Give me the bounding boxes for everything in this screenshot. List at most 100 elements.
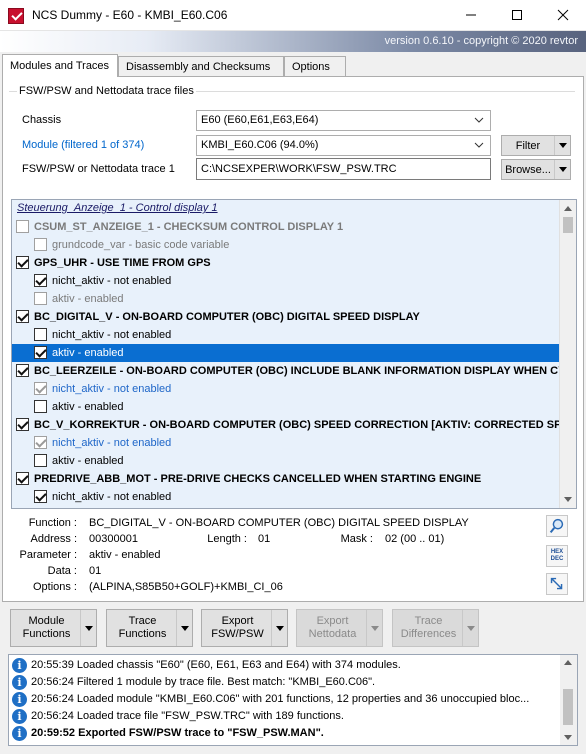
- tree-row-label: aktiv - enabled: [52, 401, 124, 413]
- toolbar-dropdown-arrow[interactable]: [80, 610, 96, 646]
- browse-dropdown-arrow[interactable]: [554, 160, 570, 179]
- checkbox-checked[interactable]: [16, 418, 29, 431]
- browse-button-label: Browse...: [505, 164, 551, 176]
- tree-function-row[interactable]: BC_DIGITAL_V - ON-BOARD COMPUTER (OBC) D…: [12, 308, 560, 326]
- log-entry: i 20:56:24 Filtered 1 module by trace fil…: [9, 674, 561, 691]
- trace-path-input[interactable]: C:\NCSEXPER\WORK\FSW_PSW.TRC: [196, 158, 491, 180]
- checkbox-checked[interactable]: [16, 472, 29, 485]
- export-fsw-psw-button[interactable]: Export FSW/PSW: [201, 609, 288, 647]
- checkbox-unchecked[interactable]: [34, 292, 47, 305]
- dropdown-arrow-icon: [559, 167, 567, 172]
- checkbox-checked[interactable]: [16, 310, 29, 323]
- tab-disassembly-and-checksums[interactable]: Disassembly and Checksums: [118, 56, 284, 77]
- scroll-thumb[interactable]: [563, 217, 573, 233]
- log-message: Loaded module "KMBI_E60.C06" with 201 fu…: [76, 693, 530, 705]
- function-tree[interactable]: Steuerung_Anzeige_1 - Control display 1 …: [11, 199, 577, 509]
- checkbox-unchecked[interactable]: [34, 238, 47, 251]
- toolbar-dropdown-arrow[interactable]: [271, 610, 287, 646]
- title-bar: NCS Dummy - E60 - KMBI_E60.C06: [0, 0, 586, 31]
- checkbox-checked[interactable]: [16, 256, 29, 269]
- checkbox-unchecked[interactable]: [34, 400, 47, 413]
- tree-row-label: aktiv - enabled: [52, 347, 124, 359]
- checkbox-unchecked[interactable]: [16, 220, 29, 233]
- module-functions-button[interactable]: Module Functions: [10, 609, 97, 647]
- dropdown-arrow-icon: [276, 626, 284, 631]
- filter-dropdown-arrow[interactable]: [554, 136, 570, 155]
- trace-differences-button[interactable]: Trace Differences: [392, 609, 479, 647]
- tree-parameter-row[interactable]: nicht_aktiv - not enabled: [12, 326, 560, 344]
- scroll-down-icon[interactable]: [564, 735, 572, 740]
- toolbar-button-label: Trace Differences: [400, 615, 457, 640]
- checkbox-checked[interactable]: [34, 346, 47, 359]
- tree-parameter-row[interactable]: aktiv - enabled: [12, 452, 560, 470]
- toolbar-dropdown-arrow[interactable]: [462, 610, 478, 646]
- scroll-up-icon[interactable]: [564, 206, 572, 211]
- checkbox-checked[interactable]: [16, 364, 29, 377]
- tree-function-row[interactable]: CSUM_ST_ANZEIGE_1 - CHECKSUM CONTROL DIS…: [12, 218, 560, 236]
- parameter-value: aktiv - enabled: [89, 549, 161, 561]
- browse-button[interactable]: Browse...: [501, 159, 571, 180]
- scroll-up-icon[interactable]: [564, 660, 572, 665]
- tree-parameter-row[interactable]: nicht_aktiv - not enabled: [12, 434, 560, 452]
- log-text: 20:56:24 Filtered 1 module by trace file…: [31, 676, 375, 688]
- tree-function-row[interactable]: PREDRIVE_ABB_MOT - PRE-DRIVE CHECKS CANC…: [12, 470, 560, 488]
- tree-parameter-row[interactable]: nicht_aktiv - not enabled: [12, 272, 560, 290]
- log-panel[interactable]: i 20:55:39 Loaded chassis "E60" (E60, E61…: [8, 654, 578, 746]
- scroll-thumb[interactable]: [563, 689, 573, 725]
- tree-parameter-row[interactable]: nicht_aktiv - not enabled: [12, 488, 560, 506]
- log-scrollbar[interactable]: [560, 655, 577, 745]
- tree-parameter-row[interactable]: grundcode_var - basic code variable: [12, 236, 560, 254]
- tree-function-row[interactable]: GPS_UHR - USE TIME FROM GPS: [12, 254, 560, 272]
- log-time: 20:56:24: [31, 676, 74, 688]
- tree-row-label: nicht_aktiv - not enabled: [52, 275, 172, 287]
- maximize-icon: [512, 10, 522, 20]
- tree-row-label: grundcode_var - basic code variable: [52, 239, 230, 251]
- tree-parameter-row[interactable]: aktiv - enabled: [12, 398, 560, 416]
- tree-parameter-row[interactable]: aktiv - enabled: [12, 290, 560, 308]
- checkbox-checked[interactable]: [34, 382, 47, 395]
- dropdown-arrow-icon: [85, 626, 93, 631]
- log-text: 20:56:24 Loaded trace file "FSW_PSW.TRC"…: [31, 710, 344, 722]
- function-details: Function : BC_DIGITAL_V - ON-BOARD COMPU…: [11, 511, 577, 599]
- log-entry: i 20:56:24 Loaded trace file "FSW_PSW.TRC…: [9, 708, 561, 725]
- log-message: Filtered 1 module by trace file. Best ma…: [76, 676, 376, 688]
- magnifier-icon: [549, 518, 564, 533]
- hex-dec-button[interactable]: HEX DEC: [546, 545, 568, 567]
- checkbox-unchecked[interactable]: [34, 454, 47, 467]
- module-filter-link[interactable]: Module (filtered 1 of 374): [22, 139, 144, 151]
- filter-button-label: Filter: [515, 140, 541, 152]
- tab-modules-and-traces[interactable]: Modules and Traces: [2, 54, 118, 77]
- tree-function-row[interactable]: BC_V_KORREKTUR - ON-BOARD COMPUTER (OBC)…: [12, 416, 560, 434]
- export-nettodata-button[interactable]: Export Nettodata: [296, 609, 383, 647]
- magnifier-button[interactable]: [546, 515, 568, 537]
- tab-options[interactable]: Options: [284, 56, 346, 77]
- info-icon: i: [12, 726, 27, 741]
- toolbar-button-label: Export Nettodata: [308, 615, 357, 640]
- checkbox-checked[interactable]: [34, 490, 47, 503]
- log-time: 20:56:24: [31, 710, 74, 722]
- chevron-down-icon: [474, 117, 484, 123]
- checkbox-unchecked[interactable]: [34, 328, 47, 341]
- tree-scrollbar[interactable]: [559, 200, 576, 508]
- log-message: Exported FSW/PSW trace to "FSW_PSW.MAN".: [78, 727, 324, 739]
- tree-parameter-row[interactable]: aktiv - enabled: [12, 344, 560, 362]
- checkbox-checked[interactable]: [34, 436, 47, 449]
- tree-parameter-row[interactable]: nicht_aktiv - not enabled: [12, 380, 560, 398]
- dropdown-arrow-icon: [467, 626, 475, 631]
- module-select[interactable]: KMBI_E60.C06 (94.0%): [196, 135, 491, 156]
- trace-functions-button[interactable]: Trace Functions: [106, 609, 193, 647]
- dropdown-arrow-icon: [559, 143, 567, 148]
- toolbar-dropdown-arrow[interactable]: [176, 610, 192, 646]
- close-button[interactable]: [540, 0, 586, 30]
- tree-function-row[interactable]: BC_LEERZEILE - ON-BOARD COMPUTER (OBC) I…: [12, 362, 560, 380]
- chassis-select[interactable]: E60 (E60,E61,E63,E64): [196, 110, 491, 131]
- minimize-button[interactable]: [448, 0, 494, 30]
- checkbox-checked[interactable]: [34, 274, 47, 287]
- expand-button[interactable]: [546, 573, 568, 595]
- maximize-button[interactable]: [494, 0, 540, 30]
- scroll-down-icon[interactable]: [564, 497, 572, 502]
- address-key: Address :: [30, 533, 77, 545]
- filter-button[interactable]: Filter: [501, 135, 571, 156]
- log-time: 20:59:52: [31, 727, 76, 739]
- toolbar-dropdown-arrow[interactable]: [366, 610, 382, 646]
